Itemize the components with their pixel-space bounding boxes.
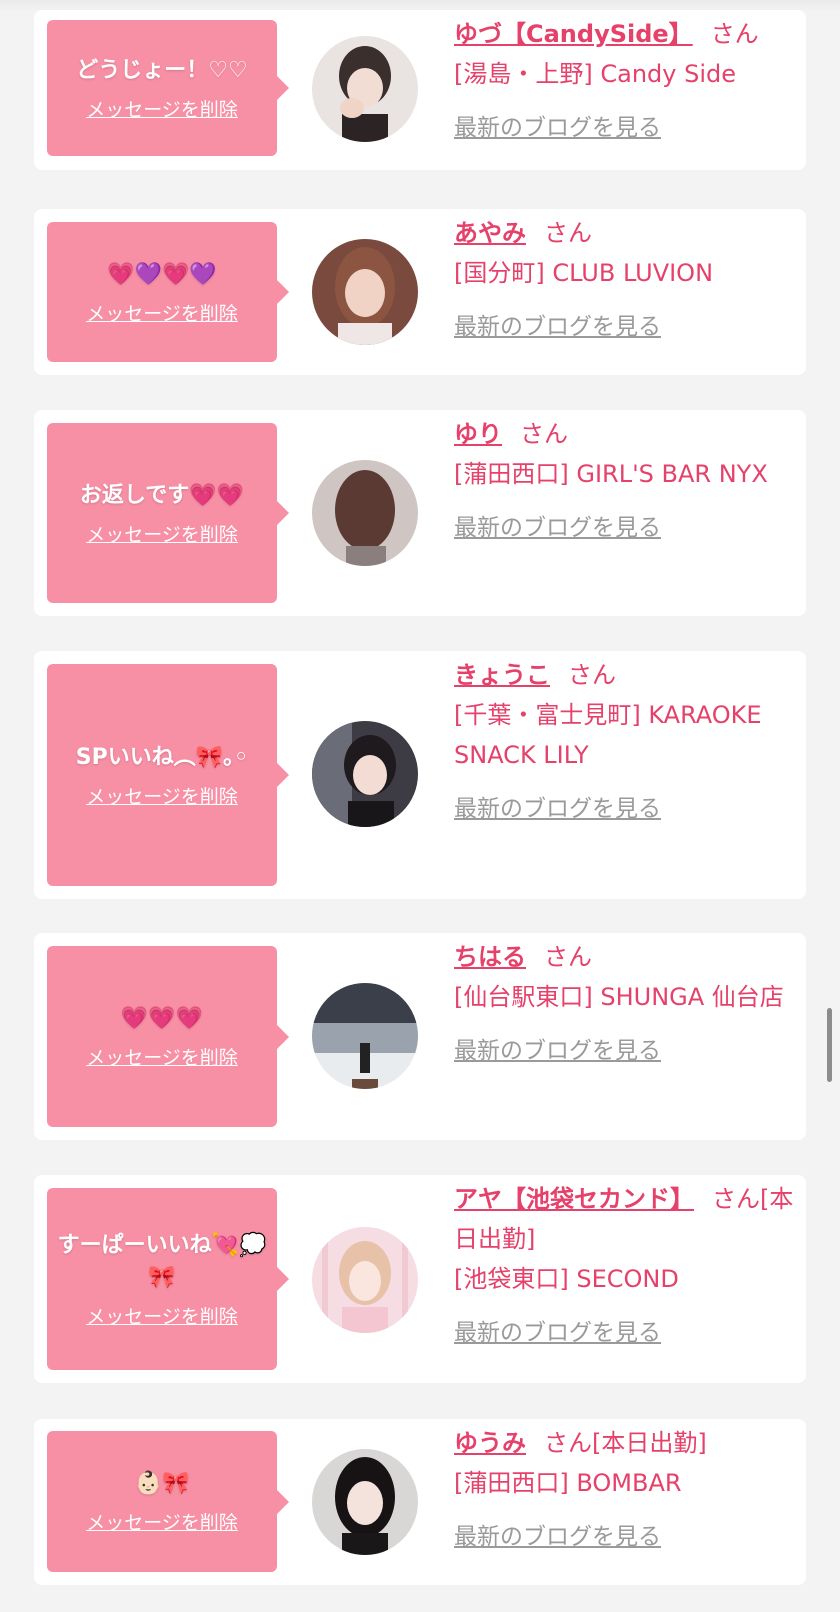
avatar[interactable]: [312, 1449, 418, 1555]
latest-blog-link[interactable]: 最新のブログを見る: [454, 508, 794, 548]
message-bubble: 💗💜💗💜 メッセージを削除: [47, 222, 289, 362]
profile-name-link[interactable]: きょうこ: [454, 661, 550, 689]
profile-info: ちはる さん [仙台駅東口] SHUNGA 仙台店 最新のブログを見る: [454, 937, 794, 1071]
message-bubble: 👶🏻🎀 メッセージを削除: [47, 1431, 289, 1572]
message-card: どうじょー！♡♡ メッセージを削除 ゆづ【CandySide】 さん [湯島・上野…: [34, 10, 806, 170]
profile-name-link[interactable]: ちはる: [454, 943, 526, 971]
avatar[interactable]: [312, 460, 418, 566]
shop-text: [湯島・上野] Candy Side: [454, 60, 736, 88]
avatar[interactable]: [312, 36, 418, 142]
message-card: 💗💗💗 メッセージを削除 ちはる さん [仙台駅東口] SHUNGA 仙台店 最新…: [34, 933, 806, 1140]
message-text: すーぱーいいね💘💭🎀: [57, 1232, 267, 1290]
avatar[interactable]: [312, 983, 418, 1089]
latest-blog-link[interactable]: 最新のブログを見る: [454, 1031, 794, 1071]
honorific: さん: [544, 943, 592, 971]
shop-text: [蒲田西口] BOMBAR: [454, 1469, 682, 1497]
profile-info: アヤ【池袋セカンド】 さん[本日出勤] [池袋東口] SECOND 最新のブログを…: [454, 1179, 794, 1353]
latest-blog-link[interactable]: 最新のブログを見る: [454, 1517, 794, 1557]
profile-name-link[interactable]: ゆづ【CandySide】: [454, 20, 693, 48]
avatar[interactable]: [312, 1227, 418, 1333]
delete-message-link[interactable]: メッセージを削除: [86, 1302, 238, 1329]
avatar[interactable]: [312, 721, 418, 827]
delete-message-link[interactable]: メッセージを削除: [86, 520, 238, 547]
profile-info: きょうこ さん [千葉・富士見町] KARAOKE SNACK LILY 最新のブ…: [454, 655, 794, 829]
honorific: さん: [710, 20, 759, 48]
scrollbar[interactable]: [827, 1008, 832, 1082]
shop-text: [仙台駅東口] SHUNGA 仙台店: [454, 983, 784, 1011]
message-text: 💗💗💗: [120, 1006, 204, 1031]
profile-info: ゆづ【CandySide】 さん [湯島・上野] Candy Side 最新のブロ…: [454, 14, 794, 148]
profile-info: ゆり さん [蒲田西口] GIRL'S BAR NYX 最新のブログを見る: [454, 414, 794, 548]
message-bubble: すーぱーいいね💘💭🎀 メッセージを削除: [47, 1188, 289, 1370]
message-card: お返しです💗💗 メッセージを削除 ゆり さん [蒲田西口] GIRL'S BAR …: [34, 410, 806, 616]
shop-text: [池袋東口] SECOND: [454, 1265, 679, 1293]
message-bubble: 💗💗💗 メッセージを削除: [47, 946, 289, 1127]
honorific: さん: [520, 420, 568, 448]
message-text: SPいいね︵🎀｡◦: [75, 744, 249, 770]
message-text: 💗💜💗💜: [107, 261, 217, 287]
message-bubble: SPいいね︵🎀｡◦ メッセージを削除: [47, 664, 289, 886]
status-suffix: [本日出勤]: [592, 1429, 707, 1457]
latest-blog-link[interactable]: 最新のブログを見る: [454, 789, 794, 829]
honorific: さん: [568, 661, 616, 689]
shop-text: [蒲田西口] GIRL'S BAR NYX: [454, 460, 768, 488]
delete-message-link[interactable]: メッセージを削除: [86, 782, 238, 809]
message-text: どうじょー！♡♡: [76, 57, 248, 83]
latest-blog-link[interactable]: 最新のブログを見る: [454, 108, 794, 148]
message-card: 👶🏻🎀 メッセージを削除 ゆうみ さん[本日出勤] [蒲田西口] BOMBAR 最…: [34, 1419, 806, 1585]
honorific: さん: [544, 1429, 592, 1457]
profile-info: ゆうみ さん[本日出勤] [蒲田西口] BOMBAR 最新のブログを見る: [454, 1423, 794, 1557]
message-card: 💗💜💗💜 メッセージを削除 あやみ さん [国分町] CLUB LUVION 最新…: [34, 209, 806, 375]
delete-message-link[interactable]: メッセージを削除: [86, 299, 238, 326]
message-card: すーぱーいいね💘💭🎀 メッセージを削除 アヤ【池袋セカンド】 さん[本日出勤] […: [34, 1175, 806, 1383]
delete-message-link[interactable]: メッセージを削除: [86, 1043, 238, 1070]
message-bubble: お返しです💗💗 メッセージを削除: [47, 423, 289, 603]
message-text: 👶🏻🎀: [134, 1471, 190, 1496]
delete-message-link[interactable]: メッセージを削除: [86, 1508, 238, 1535]
latest-blog-link[interactable]: 最新のブログを見る: [454, 307, 794, 347]
profile-name-link[interactable]: アヤ【池袋セカンド】: [454, 1185, 694, 1213]
avatar[interactable]: [312, 239, 418, 345]
message-card: SPいいね︵🎀｡◦ メッセージを削除 きょうこ さん [千葉・富士見町] KARA…: [34, 651, 806, 899]
latest-blog-link[interactable]: 最新のブログを見る: [454, 1313, 794, 1353]
message-text: お返しです💗💗: [79, 482, 245, 508]
honorific: さん: [712, 1185, 760, 1213]
profile-info: あやみ さん [国分町] CLUB LUVION 最新のブログを見る: [454, 213, 794, 347]
profile-name-link[interactable]: ゆうみ: [454, 1429, 526, 1457]
delete-message-link[interactable]: メッセージを削除: [86, 95, 238, 122]
shop-text: [千葉・富士見町] KARAOKE SNACK LILY: [454, 701, 762, 769]
message-bubble: どうじょー！♡♡ メッセージを削除: [47, 20, 289, 156]
profile-name-link[interactable]: あやみ: [454, 219, 526, 247]
profile-name-link[interactable]: ゆり: [454, 420, 502, 448]
honorific: さん: [544, 219, 592, 247]
shop-text: [国分町] CLUB LUVION: [454, 259, 714, 287]
